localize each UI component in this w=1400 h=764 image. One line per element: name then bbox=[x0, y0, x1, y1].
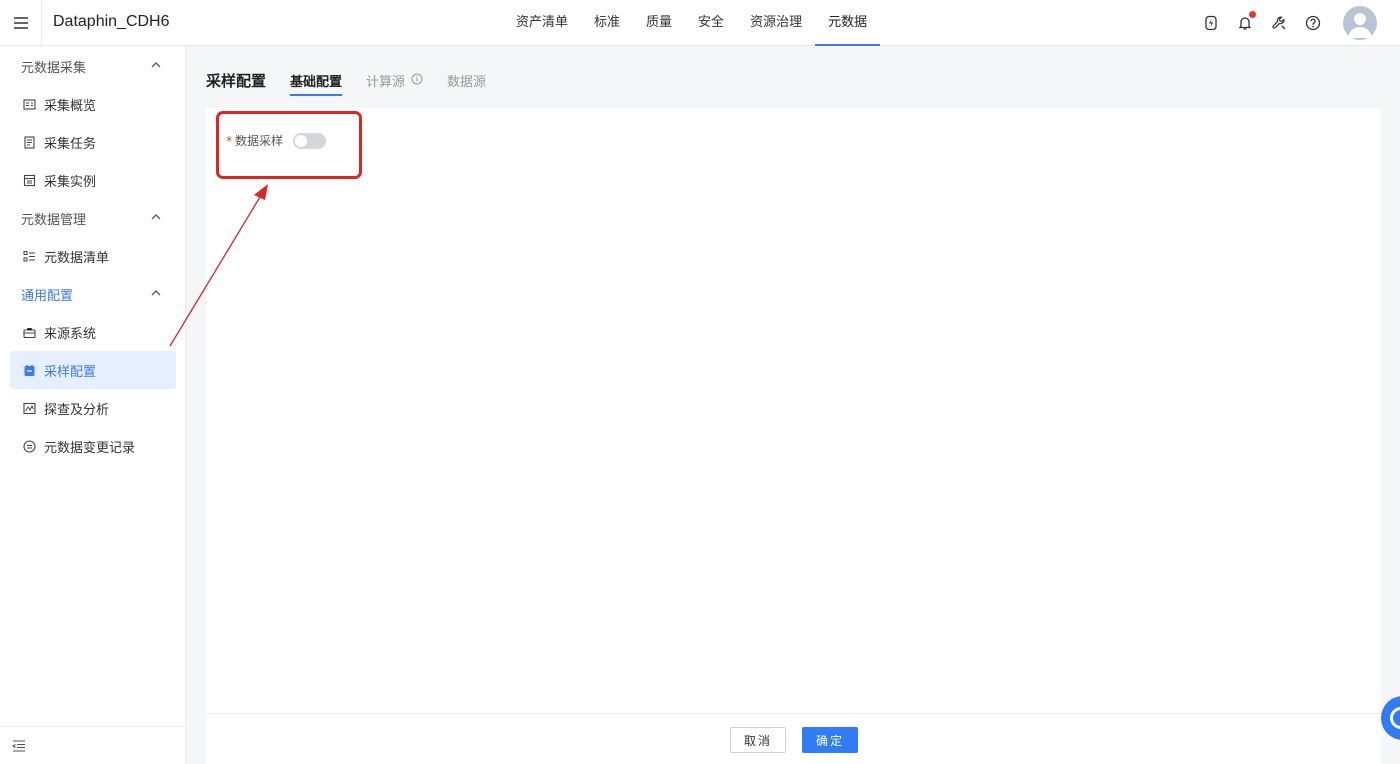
sidebar-item-collection-overview[interactable]: 采集概览 bbox=[10, 85, 176, 123]
record-icon bbox=[22, 439, 36, 453]
config-card bbox=[206, 108, 1381, 713]
chevron-up-icon bbox=[151, 290, 161, 296]
list-icon bbox=[22, 249, 36, 263]
sidebar: 元数据采集 采集概览 采集任务 采集实例 元数据管理 元数据清单 通用配置 来源… bbox=[0, 46, 186, 764]
sidebar-item-collection-tasks[interactable]: 采集任务 bbox=[10, 123, 176, 161]
nav-item-metadata[interactable]: 元数据 bbox=[815, 0, 881, 46]
lightning-icon[interactable] bbox=[1201, 13, 1221, 33]
footer-bar bbox=[206, 713, 1381, 764]
briefcase-icon bbox=[22, 325, 36, 339]
sidebar-item-source-system[interactable]: 来源系统 bbox=[10, 313, 176, 351]
sidebar-group-label: 元数据采集 bbox=[21, 60, 87, 76]
sidebar-item-metadata-change-log[interactable]: 元数据变更记录 bbox=[10, 427, 176, 465]
notification-dot bbox=[1249, 11, 1256, 18]
page-title: 采样配置 bbox=[206, 72, 267, 90]
nav-item-governance[interactable]: 资源治理 bbox=[737, 0, 815, 46]
bell-icon[interactable] bbox=[1235, 11, 1256, 33]
avatar[interactable] bbox=[1343, 6, 1377, 40]
cancel-button[interactable]: 取消 bbox=[730, 727, 786, 753]
help-icon[interactable] bbox=[1303, 13, 1323, 33]
tab-data-source[interactable]: 数据源 bbox=[447, 68, 486, 96]
annotation-highlight-box bbox=[216, 111, 362, 179]
app-title: Dataphin_CDH6 bbox=[53, 13, 170, 30]
header-actions bbox=[1201, 0, 1400, 46]
nav-item-quality[interactable]: 质量 bbox=[633, 0, 685, 46]
sidebar-group-metadata-collection[interactable]: 元数据采集 bbox=[0, 47, 186, 85]
sidebar-group-label: 元数据管理 bbox=[21, 212, 87, 228]
tab-basic-config[interactable]: 基础配置 bbox=[290, 68, 343, 96]
collapse-sidebar-button[interactable] bbox=[0, 726, 186, 764]
sidebar-item-label: 采集实例 bbox=[44, 174, 97, 190]
sidebar-item-collection-instances[interactable]: 采集实例 bbox=[10, 161, 176, 199]
tab-label: 数据源 bbox=[447, 75, 487, 90]
sidebar-item-sampling-config[interactable]: 采样配置 bbox=[10, 351, 176, 389]
nav-item-assets[interactable]: 资产清单 bbox=[503, 0, 581, 46]
instance-icon bbox=[22, 173, 36, 187]
sidebar-group-common-config[interactable]: 通用配置 bbox=[0, 275, 186, 313]
tab-label: 基础配置 bbox=[290, 75, 343, 90]
sampling-icon bbox=[22, 363, 36, 377]
sidebar-item-label: 探查及分析 bbox=[44, 402, 110, 418]
chart-icon bbox=[22, 401, 36, 415]
sidebar-item-label: 采样配置 bbox=[44, 364, 97, 380]
assistant-icon bbox=[1390, 707, 1400, 729]
tab-label: 计算源 bbox=[366, 75, 406, 90]
sidebar-item-label: 采集概览 bbox=[44, 98, 97, 114]
wrench-icon[interactable] bbox=[1269, 13, 1289, 33]
task-icon bbox=[22, 135, 36, 149]
chevron-up-icon bbox=[151, 214, 161, 220]
collapse-icon bbox=[12, 739, 25, 752]
nav-item-standard[interactable]: 标准 bbox=[581, 0, 633, 46]
sidebar-item-label: 来源系统 bbox=[44, 326, 97, 342]
sidebar-group-metadata-management[interactable]: 元数据管理 bbox=[0, 199, 186, 237]
top-header: Dataphin_CDH6 资产清单 标准 质量 安全 资源治理 元数据 bbox=[0, 0, 1400, 46]
sidebar-item-label: 采集任务 bbox=[44, 136, 97, 152]
nav-item-security[interactable]: 安全 bbox=[685, 0, 737, 46]
chevron-up-icon bbox=[151, 62, 161, 68]
overview-icon bbox=[22, 97, 36, 111]
confirm-button[interactable]: 确定 bbox=[802, 727, 858, 753]
sidebar-group-label: 通用配置 bbox=[21, 288, 74, 304]
top-nav: 资产清单 标准 质量 安全 资源治理 元数据 bbox=[503, 0, 881, 46]
sidebar-item-label: 元数据清单 bbox=[44, 250, 110, 266]
menu-icon[interactable] bbox=[0, 0, 42, 46]
floating-assistant-button[interactable] bbox=[1381, 696, 1400, 740]
sidebar-item-profiling-analysis[interactable]: 探查及分析 bbox=[10, 389, 176, 427]
sidebar-item-label: 元数据变更记录 bbox=[44, 440, 136, 456]
tabs: 基础配置 计算源 数据源 bbox=[290, 68, 510, 96]
sidebar-item-metadata-list[interactable]: 元数据清单 bbox=[10, 237, 176, 275]
info-icon bbox=[411, 73, 423, 85]
tab-compute-source[interactable]: 计算源 bbox=[366, 68, 423, 96]
